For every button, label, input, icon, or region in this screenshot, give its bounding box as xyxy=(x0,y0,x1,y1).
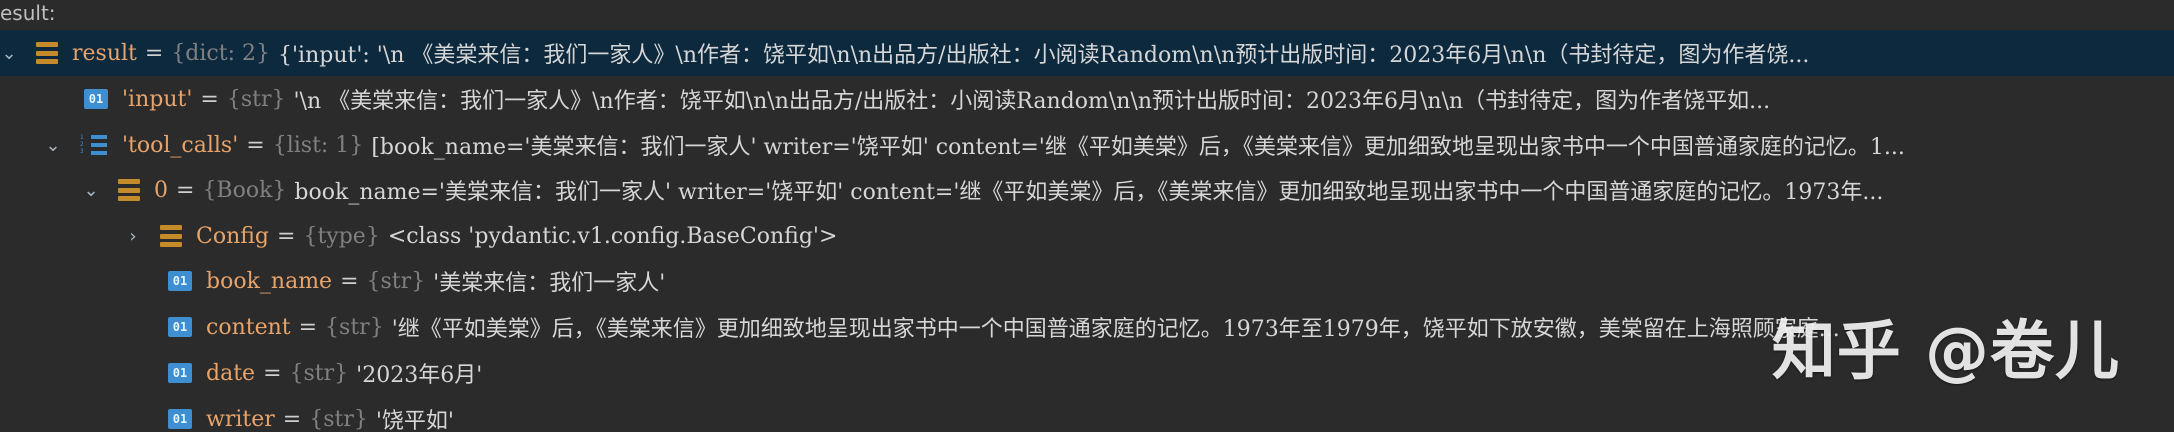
variable-type: {str} xyxy=(366,268,426,294)
variable-value: '继《平如美棠》后，《美棠来信》更加细致地呈现出家书中一个中国普通家庭的记忆。1… xyxy=(391,317,1840,342)
variable-type: {str} xyxy=(325,314,384,340)
variable-name: result xyxy=(72,40,137,66)
object-icon xyxy=(118,179,140,201)
variable-row-tool-calls[interactable]: ⌄ 123 'tool_calls' = {list: 1} [book_nam… xyxy=(0,122,2174,168)
expand-chevron-icon[interactable]: ⌄ xyxy=(0,43,18,64)
variable-type: {str} xyxy=(289,360,349,386)
variable-value: <class 'pydantic.v1.config.BaseConfig'> xyxy=(387,223,838,249)
equals-sign: = xyxy=(298,314,318,340)
collapse-chevron-icon[interactable]: › xyxy=(124,226,142,247)
variable-name: writer xyxy=(206,406,275,432)
variable-type: {Book} xyxy=(202,177,287,203)
dict-icon xyxy=(36,42,58,64)
list-icon: 123 xyxy=(80,134,108,156)
str-icon: 01 xyxy=(168,271,192,291)
variable-value: book_name='美棠来信：我们一家人' writer='饶平如' cont… xyxy=(294,180,1884,205)
variable-type: {type} xyxy=(303,223,380,249)
equals-sign: = xyxy=(282,406,302,432)
variable-row-config[interactable]: › Config = {type} <class 'pydantic.v1.co… xyxy=(0,213,2174,259)
variable-type: {str} xyxy=(226,86,286,112)
equals-sign: = xyxy=(263,360,282,386)
variable-value: '饶平如' xyxy=(375,409,454,432)
panel-header: esult: xyxy=(0,1,56,25)
variable-row-input[interactable]: 01 'input' = {str} '\n 《美棠来信：我们一家人》\n作者：… xyxy=(0,76,2174,122)
variable-name: 'tool_calls' xyxy=(122,132,239,158)
variable-value: '\n 《美棠来信：我们一家人》\n作者：饶平如\n\n出品方/出版社：小阅读R… xyxy=(293,89,1771,114)
watermark-text: 知乎 @卷儿 xyxy=(1771,315,2120,389)
variable-row-writer[interactable]: 01 writer = {str} '饶平如' xyxy=(0,396,2174,432)
str-icon: 01 xyxy=(84,89,108,109)
variable-row-book-name[interactable]: 01 book_name = {str} '美棠来信：我们一家人' xyxy=(0,258,2174,304)
equals-sign: = xyxy=(144,40,164,66)
equals-sign: = xyxy=(277,223,296,249)
equals-sign: = xyxy=(176,177,195,203)
str-icon: 01 xyxy=(168,409,192,429)
variable-name: Config xyxy=(196,223,270,249)
variable-row-item-0[interactable]: ⌄ 0 = {Book} book_name='美棠来信：我们一家人' writ… xyxy=(0,167,2174,213)
variable-name: date xyxy=(206,360,256,386)
equals-sign: = xyxy=(340,268,359,294)
variable-value: [book_name='美棠来信：我们一家人' writer='饶平如' con… xyxy=(371,135,1905,160)
variable-name: book_name xyxy=(206,268,333,294)
variable-name: 0 xyxy=(154,177,168,203)
variable-name: content xyxy=(206,314,291,340)
equals-sign: = xyxy=(200,86,219,112)
variable-name: 'input' xyxy=(122,86,193,112)
str-icon: 01 xyxy=(168,317,192,337)
variable-type: {str} xyxy=(309,406,368,432)
variable-value: '2023年6月' xyxy=(356,363,483,388)
variable-type: {list: 1} xyxy=(272,132,364,158)
variable-type: {dict: 2} xyxy=(171,40,270,66)
expand-chevron-icon[interactable]: ⌄ xyxy=(82,180,100,201)
type-icon xyxy=(160,225,182,247)
expand-chevron-icon[interactable]: ⌄ xyxy=(44,135,62,156)
variable-value: '美棠来信：我们一家人' xyxy=(433,271,666,296)
variable-row-result[interactable]: ⌄ result = {dict: 2} {'input': '\n 《美棠来信… xyxy=(0,30,2174,76)
str-icon: 01 xyxy=(168,363,192,383)
debugger-variables-panel: esult: ⌄ result = {dict: 2} {'input': '\… xyxy=(0,0,2174,432)
equals-sign: = xyxy=(246,132,265,158)
variable-value: {'input': '\n 《美棠来信：我们一家人》\n作者：饶平如\n\n出品… xyxy=(278,43,1810,68)
